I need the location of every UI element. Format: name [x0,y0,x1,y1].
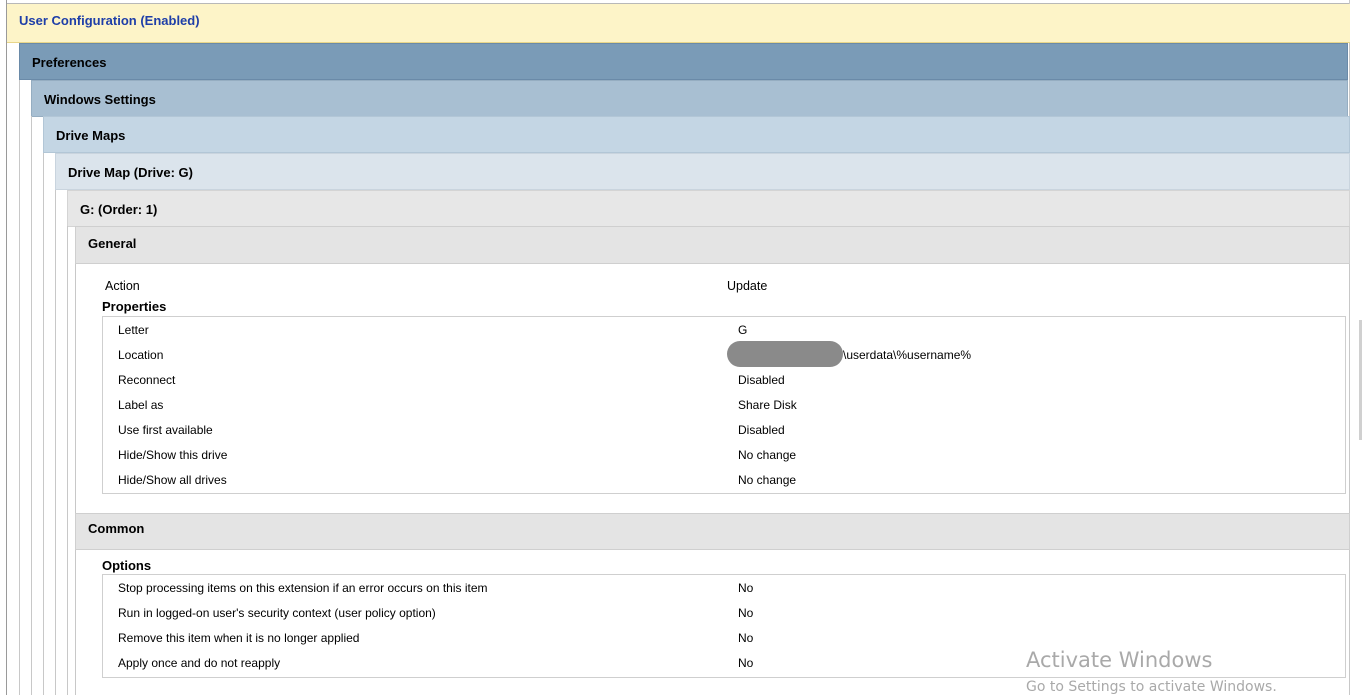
properties-title: Properties [102,299,167,314]
watermark-line2: Go to Settings to activate Windows. [1026,679,1277,695]
indent-line [19,80,20,695]
section-drive-map-g[interactable]: Drive Map (Drive: G) [55,153,1350,190]
prop-label-hide-show-drive: Hide/Show this drive [118,448,228,462]
properties-table [102,316,1346,494]
right-border [1349,0,1350,695]
prop-value-reconnect: Disabled [738,373,785,387]
watermark-line1: Activate Windows [1026,648,1213,672]
option-label-stop-processing: Stop processing items on this extension … [118,581,488,595]
section-drive-maps[interactable]: Drive Maps [43,116,1350,153]
prop-value-hide-show-all: No change [738,473,797,487]
indent-line [31,116,32,695]
action-label: Action [105,279,140,293]
prop-label-hide-show-all: Hide/Show all drives [118,473,227,487]
option-value-apply-once: No [738,656,754,670]
left-border [6,0,7,695]
section-windows-settings[interactable]: Windows Settings [31,80,1348,117]
option-label-run-in-user-context: Run in logged-on user's security context… [118,606,436,620]
prop-label-use-first-available: Use first available [118,423,213,437]
indent-line [75,264,76,695]
option-label-apply-once: Apply once and do not reapply [118,656,281,670]
activate-windows-watermark: Activate Windows Go to Settings to activ… [1026,646,1277,696]
indent-line [67,226,68,695]
prop-label-reconnect: Reconnect [118,373,176,387]
section-general[interactable]: General [75,226,1350,264]
prop-value-letter: G [738,323,748,337]
prop-label-label-as: Label as [118,398,164,412]
prop-label-location: Location [118,348,164,362]
option-label-remove-when-not-applied: Remove this item when it is no longer ap… [118,631,360,645]
prop-value-use-first-available: Disabled [738,423,785,437]
option-value-run-in-user-context: No [738,606,754,620]
prop-value-hide-show-drive: No change [738,448,797,462]
option-value-stop-processing: No [738,581,754,595]
action-value: Update [727,279,768,293]
option-value-remove-when-not-applied: No [738,631,754,645]
section-order[interactable]: G: (Order: 1) [67,190,1350,227]
section-user-configuration[interactable]: User Configuration (Enabled) [7,4,1350,43]
prop-value-label-as: Share Disk [738,398,797,412]
section-common[interactable]: Common [75,513,1350,550]
indent-line [55,190,56,695]
prop-value-location: \userdata\%username% [843,348,972,362]
section-preferences[interactable]: Preferences [19,43,1348,80]
indent-line [43,153,44,695]
redacted-server-path [727,341,843,367]
prop-label-letter: Letter [118,323,149,337]
options-title: Options [102,558,152,573]
